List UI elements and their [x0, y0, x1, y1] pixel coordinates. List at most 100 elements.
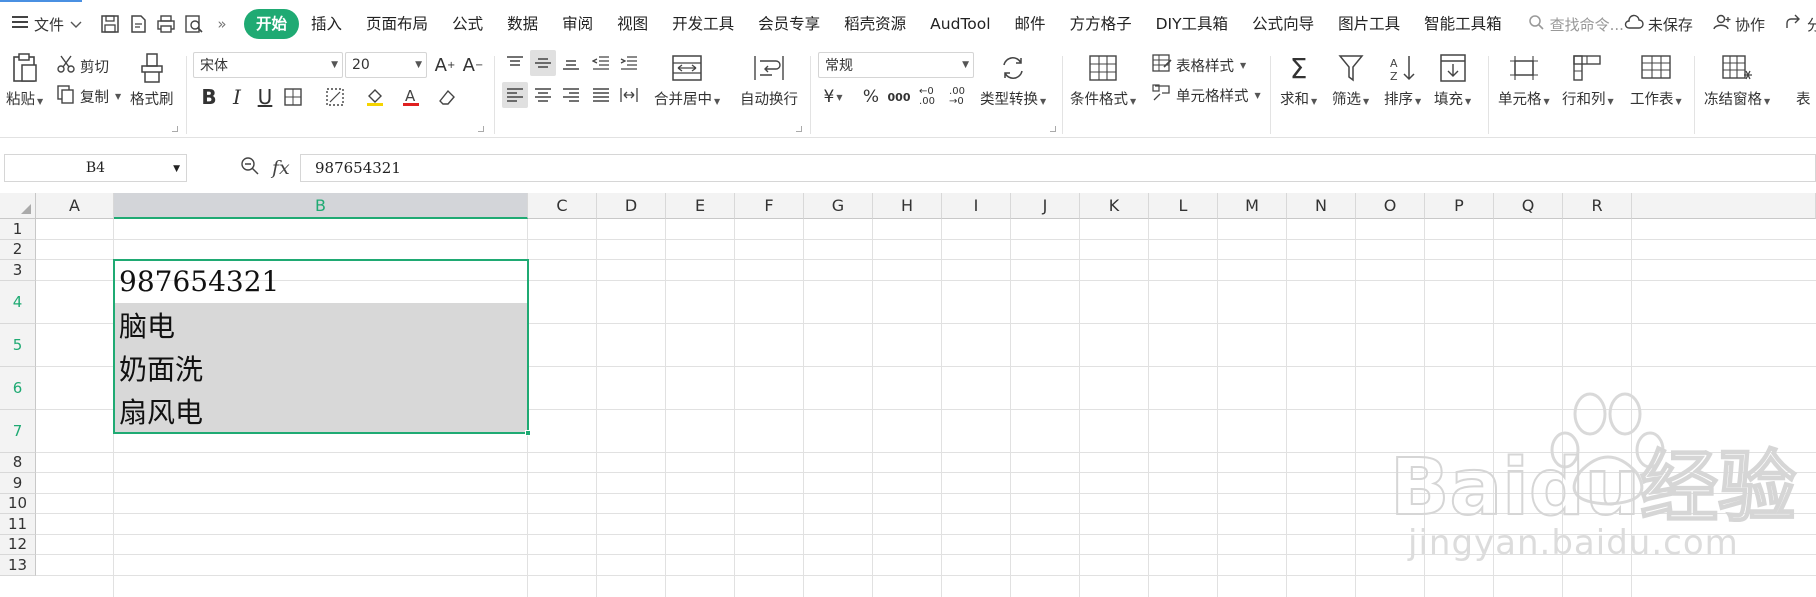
row-header-7[interactable]: 7 — [0, 409, 36, 453]
command-search[interactable]: 查找命令... — [1528, 14, 1624, 35]
cond-format-button[interactable]: 条件格式 ▼ — [1070, 48, 1136, 109]
decrease-decimal-icon[interactable]: .00 →0 — [944, 84, 970, 110]
column-header-d[interactable]: D — [597, 193, 666, 219]
align-left-icon[interactable] — [502, 82, 528, 108]
italic-icon[interactable]: I — [224, 84, 250, 110]
column-header-q[interactable]: Q — [1494, 193, 1563, 219]
row-header-5[interactable]: 5 — [0, 323, 36, 367]
tab-insert[interactable]: 插入 — [299, 9, 354, 39]
export-pdf-icon[interactable] — [126, 12, 150, 36]
font-group-launcher[interactable] — [478, 126, 484, 132]
collab-button[interactable]: 协作 — [1713, 14, 1765, 35]
select-all-corner[interactable] — [0, 193, 36, 219]
column-header-n[interactable]: N — [1287, 193, 1356, 219]
column-header-c[interactable]: C — [528, 193, 597, 219]
column-header-f[interactable]: F — [735, 193, 804, 219]
row-header-12[interactable]: 12 — [0, 534, 36, 555]
cell-b5[interactable]: 脑电 — [114, 303, 528, 346]
formula-input[interactable]: 987654321 — [300, 154, 1816, 182]
merge-center-button[interactable]: 合并居中 ▼ — [654, 48, 720, 109]
percent-icon[interactable]: % — [858, 84, 884, 110]
cell-b7[interactable]: 扇风电 — [114, 389, 528, 432]
format-painter-button[interactable]: 格式刷 — [130, 48, 174, 109]
tab-formulas[interactable]: 公式 — [440, 9, 495, 39]
font-name-select[interactable]: 宋体 ▼ — [193, 52, 343, 78]
worksheet-button[interactable]: 工作表 ▼ — [1630, 48, 1682, 109]
font-color-icon[interactable]: A — [398, 84, 424, 110]
column-header-i[interactable]: I — [942, 193, 1011, 219]
tab-picture-tools[interactable]: 图片工具 — [1326, 9, 1412, 39]
tab-mail[interactable]: 邮件 — [1003, 9, 1058, 39]
align-bottom-icon[interactable] — [558, 50, 584, 76]
row-col-button[interactable]: 行和列 ▼ — [1562, 48, 1614, 109]
sum-button[interactable]: Σ 求和 ▼ — [1280, 48, 1317, 109]
fill-button[interactable]: 填充 ▼ — [1434, 48, 1471, 109]
print-preview-icon[interactable] — [182, 12, 206, 36]
increase-indent-icon[interactable] — [616, 50, 642, 76]
column-header-g[interactable]: G — [804, 193, 873, 219]
row-header-13[interactable]: 13 — [0, 555, 36, 576]
number-group-launcher[interactable] — [1050, 126, 1056, 132]
bold-icon[interactable]: B — [196, 84, 222, 110]
tab-member[interactable]: 会员专享 — [746, 9, 832, 39]
clear-format-icon[interactable] — [434, 84, 460, 110]
column-header-o[interactable]: O — [1356, 193, 1425, 219]
share-button[interactable]: 分享 — [1785, 14, 1816, 35]
tab-review[interactable]: 审阅 — [550, 9, 605, 39]
insert-function-icon[interactable]: fx — [272, 157, 290, 179]
row-header-11[interactable]: 11 — [0, 514, 36, 535]
column-header-m[interactable]: M — [1218, 193, 1287, 219]
fill-pattern-icon[interactable] — [322, 84, 348, 110]
row-header-6[interactable]: 6 — [0, 366, 36, 410]
tab-home[interactable]: 开始 — [244, 9, 300, 39]
thousands-icon[interactable]: 000 — [886, 84, 912, 110]
freeze-panes-button[interactable]: 冻结窗格 ▼ — [1704, 48, 1770, 109]
font-size-select[interactable]: 20 ▼ — [345, 52, 427, 78]
row-header-4[interactable]: 4 — [0, 280, 36, 324]
number-format-select[interactable]: 常规 ▼ — [818, 52, 974, 78]
cell-style-button[interactable]: 单元格样式 ▼ — [1152, 84, 1261, 106]
align-middle-icon[interactable] — [530, 50, 556, 76]
row-header-10[interactable]: 10 — [0, 493, 36, 514]
type-convert-button[interactable]: 类型转换 ▼ — [980, 48, 1046, 109]
column-header-r[interactable]: R — [1563, 193, 1632, 219]
column-header-e[interactable]: E — [666, 193, 735, 219]
column-header-a[interactable]: A — [36, 193, 114, 219]
tab-audtool[interactable]: AudTool — [918, 9, 1002, 39]
align-right-icon[interactable] — [558, 82, 584, 108]
row-header-2[interactable]: 2 — [0, 239, 36, 260]
tab-diy-toolbox[interactable]: DIY工具箱 — [1144, 9, 1240, 39]
fill-color-icon[interactable] — [362, 84, 388, 110]
tab-view[interactable]: 视图 — [605, 9, 660, 39]
tab-page-layout[interactable]: 页面布局 — [354, 9, 440, 39]
file-menu[interactable]: 文件 — [0, 0, 92, 48]
increase-decimal-icon[interactable]: ←0.00 — [914, 84, 940, 110]
distributed-align-icon[interactable] — [616, 82, 642, 108]
row-header-9[interactable]: 9 — [0, 473, 36, 494]
column-header-b[interactable]: B — [114, 193, 528, 219]
cell-b4[interactable]: 987654321 — [114, 260, 528, 303]
align-center-icon[interactable] — [530, 82, 556, 108]
border-icon[interactable] — [280, 84, 306, 110]
tab-fangfang[interactable]: 方方格子 — [1058, 9, 1144, 39]
row-header-8[interactable]: 8 — [0, 452, 36, 473]
print-icon[interactable] — [154, 12, 178, 36]
column-header-j[interactable]: J — [1011, 193, 1080, 219]
cut-button[interactable]: 剪切 — [56, 54, 109, 78]
cell-b6[interactable]: 奶面洗 — [114, 346, 528, 389]
alignment-group-launcher[interactable] — [796, 126, 802, 132]
row-header-3[interactable]: 3 — [0, 260, 36, 281]
tab-smart-toolbox[interactable]: 智能工具箱 — [1412, 9, 1514, 39]
justify-icon[interactable] — [588, 82, 614, 108]
tab-docer[interactable]: 稻壳资源 — [832, 9, 918, 39]
decrease-font-icon[interactable]: A − — [460, 52, 486, 78]
cell-button[interactable]: 单元格 ▼ — [1498, 48, 1550, 109]
sort-button[interactable]: AZ 排序 ▼ — [1384, 48, 1421, 109]
tab-developer[interactable]: 开发工具 — [660, 9, 746, 39]
row-header-1[interactable]: 1 — [0, 219, 36, 240]
column-header-h[interactable]: H — [873, 193, 942, 219]
clipboard-group-launcher[interactable] — [172, 126, 178, 132]
table-style-button[interactable]: 表格样式 ▼ — [1152, 54, 1246, 76]
currency-icon[interactable]: ¥ ▼ — [820, 84, 846, 110]
column-header-l[interactable]: L — [1149, 193, 1218, 219]
